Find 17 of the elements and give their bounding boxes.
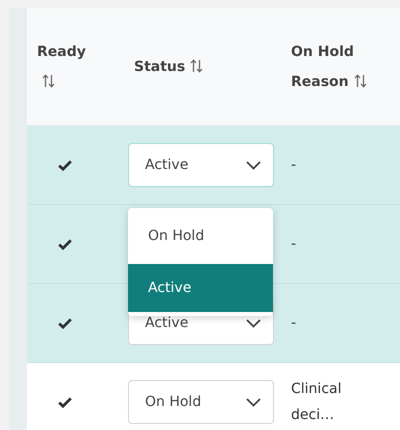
column-header[interactable]: Status (134, 52, 204, 82)
sort-icon (190, 58, 204, 72)
reason-text: - (291, 235, 298, 254)
chevron-down-icon (246, 398, 261, 406)
column-header[interactable]: Ready (37, 36, 87, 96)
sort-icon (354, 74, 367, 88)
reason-text: - (291, 314, 298, 333)
menu-option[interactable]: On Hold (128, 208, 273, 264)
status-dropdown[interactable]: Active (128, 143, 274, 187)
chevron-down-icon (246, 160, 261, 170)
reason-text: Clinical deci… (291, 380, 342, 425)
menu-option[interactable]: Active (128, 264, 273, 312)
column-header[interactable]: On Hold Reason (291, 36, 376, 96)
sort-icon (42, 74, 55, 88)
reason-text: - (291, 156, 298, 175)
chevron-down-icon (246, 318, 261, 328)
status-dropdown[interactable]: On Hold (128, 380, 274, 424)
